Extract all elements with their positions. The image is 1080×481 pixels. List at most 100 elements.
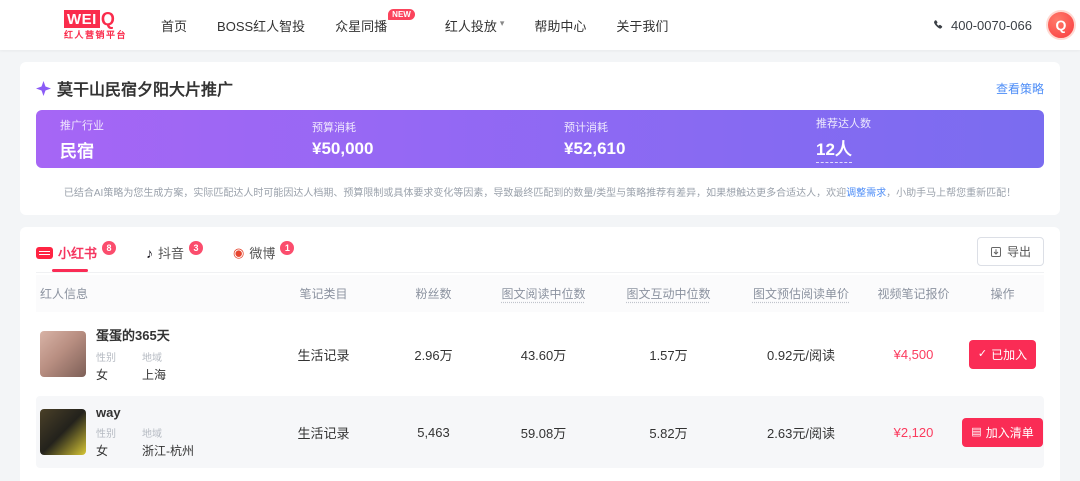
export-label: 导出 bbox=[1006, 245, 1031, 259]
new-badge: NEW bbox=[388, 8, 415, 20]
gender-value: 女 bbox=[96, 368, 109, 382]
note-category-cell: 生活记录 bbox=[297, 347, 350, 363]
influencer-name[interactable]: way bbox=[96, 405, 194, 420]
table-row: 摸鱼艺术家 性别 地域 影视综资讯 生活记录 7.63万 3.58万 2,884… bbox=[36, 474, 1044, 481]
export-button[interactable]: 导出 bbox=[976, 237, 1044, 266]
influencer-avatar[interactable] bbox=[40, 331, 86, 377]
table-row: 蛋蛋的365天 性别 女 地域 上海 生活记录 2.96万 43.60万 1.5… bbox=[36, 318, 1044, 390]
stat-value: 民宿 bbox=[60, 141, 94, 161]
platform-tab[interactable]: 小红书 8 bbox=[36, 237, 117, 272]
service-phone: 400-0070-066 bbox=[932, 18, 1032, 33]
column-header: 操作 bbox=[990, 287, 1015, 301]
nav-item-label: 首页 bbox=[161, 18, 188, 34]
platform-tabs: 小红书 8 抖音 3 微博 1 bbox=[36, 237, 295, 272]
stat-value: ¥52,610 bbox=[564, 139, 626, 158]
tab-label: 微博 bbox=[249, 246, 276, 261]
nav-item[interactable]: 关于我们 bbox=[616, 16, 668, 35]
nav-item-label: 关于我们 bbox=[616, 18, 669, 34]
joined-button[interactable]: ✓ 已加入 bbox=[968, 339, 1037, 369]
list-doc-icon: ▤ bbox=[971, 425, 982, 438]
ai-strategy-notice: 已结合AI策略为您生成方案，实际匹配达人时可能因达人档期、预算限制或具体要求变化… bbox=[36, 184, 1044, 199]
add-to-list-button[interactable]: ▤ 加入清单 bbox=[962, 417, 1043, 447]
platform-tab[interactable]: 抖音 3 bbox=[146, 237, 204, 272]
influencer-table-card: 小红书 8 抖音 3 微博 1 导出 红人信息 笔记类目 粉丝数 图文阅读中位数图文互… bbox=[20, 227, 1060, 481]
video-quote-cell: ¥2,120 bbox=[893, 424, 934, 440]
column-header: 笔记类目 bbox=[299, 287, 348, 301]
nav-item[interactable]: BOSS红人智投 bbox=[217, 16, 305, 35]
table-header: 红人信息 笔记类目 粉丝数 图文阅读中位数 图文互动中位数 图文预估阅读单价 视频笔记报价 操… bbox=[36, 275, 1044, 312]
sparkle-icon bbox=[36, 80, 51, 96]
column-header[interactable]: 图文互动中位数 bbox=[601, 285, 736, 302]
column-header: 视频笔记报价 bbox=[877, 287, 950, 301]
notice-text-after: ，小助手马上帮您重新匹配！ bbox=[886, 188, 1017, 199]
note-category-cell: 生活记录 bbox=[297, 425, 350, 441]
nav-item[interactable]: 帮助中心 bbox=[534, 16, 586, 35]
douyin-icon bbox=[146, 245, 153, 261]
view-strategy-link[interactable]: 查看策略 bbox=[996, 80, 1044, 97]
stat-label: 推广行业 bbox=[60, 119, 104, 132]
phone-number: 400-0070-066 bbox=[951, 17, 1032, 33]
campaign-card: 莫干山民宿夕阳大片推广 查看策略 推广行业 民宿 预算消耗 ¥50,000 预计… bbox=[20, 62, 1060, 215]
phone-icon bbox=[934, 19, 943, 29]
banner-stat: 推荐达人数 12人 bbox=[792, 115, 1044, 163]
stat-value: ¥50,000 bbox=[312, 139, 374, 158]
influencer-avatar[interactable] bbox=[40, 409, 86, 455]
stat-label: 预计消耗 bbox=[564, 122, 608, 134]
table-body: 蛋蛋的365天 性别 女 地域 上海 生活记录 2.96万 43.60万 1.5… bbox=[36, 318, 1044, 481]
read-unit-price-cell: 2.63元/阅读 bbox=[767, 425, 835, 441]
tab-count-badge: 3 bbox=[189, 240, 204, 255]
nav-item-label: 红人投放 bbox=[444, 18, 497, 34]
weiq-logo[interactable]: WEI Q 红人营销平台 bbox=[64, 10, 127, 40]
platform-tab[interactable]: 微博 1 bbox=[233, 237, 295, 272]
table-row: way 性别 女 地域 浙江-杭州 生活记录 5,463 59.08万 5.82… bbox=[36, 396, 1044, 468]
export-icon bbox=[990, 246, 1001, 257]
video-quote-cell: ¥4,500 bbox=[893, 346, 934, 362]
weibo-icon bbox=[233, 245, 244, 261]
stat-value[interactable]: 12人 bbox=[816, 135, 852, 163]
gender-value: 女 bbox=[96, 444, 109, 458]
column-header: 红人信息 bbox=[40, 287, 89, 301]
region-label: 地域 bbox=[142, 353, 162, 364]
button-label: 加入清单 bbox=[985, 425, 1034, 440]
read-unit-price-cell: 0.92元/阅读 bbox=[767, 347, 835, 363]
campaign-banner: 推广行业 民宿 预算消耗 ¥50,000 预计消耗 ¥52,610 推荐达人数 … bbox=[36, 110, 1044, 168]
top-bar: WEI Q 红人营销平台 首页 BOSS红人智投 众星同播 NEW 红人投放 ▾… bbox=[0, 0, 1080, 50]
chevron-down-icon: ▾ bbox=[499, 17, 505, 28]
banner-stat: 推广行业 民宿 bbox=[36, 117, 288, 162]
fans-count-cell: 5,463 bbox=[417, 424, 450, 440]
region-value: 浙江-杭州 bbox=[142, 444, 194, 458]
button-label: 已加入 bbox=[991, 347, 1028, 362]
stat-label: 预算消耗 bbox=[312, 122, 356, 134]
column-header: 粉丝数 bbox=[415, 287, 452, 301]
column-header[interactable]: 图文阅读中位数 bbox=[486, 285, 601, 302]
nav-item[interactable]: 众星同播 NEW bbox=[335, 8, 415, 35]
user-avatar[interactable]: Q bbox=[1046, 10, 1076, 40]
nav-item-label: BOSS红人智投 bbox=[217, 18, 306, 34]
tab-count-badge: 8 bbox=[102, 240, 117, 255]
fans-count-cell: 2.96万 bbox=[414, 347, 453, 363]
nav-item[interactable]: 红人投放 ▾ bbox=[445, 16, 505, 35]
nav-item[interactable]: 首页 bbox=[161, 16, 187, 35]
gender-label: 性别 bbox=[96, 429, 116, 440]
tab-count-badge: 1 bbox=[280, 240, 295, 255]
nav-item-label: 帮助中心 bbox=[534, 18, 587, 34]
region-label: 地域 bbox=[142, 429, 162, 440]
read-median-cell: 59.08万 bbox=[520, 425, 567, 441]
logo-text-tail: Q bbox=[100, 9, 115, 29]
main-nav: 首页 BOSS红人智投 众星同播 NEW 红人投放 ▾ 帮助中心 关于我们 bbox=[161, 8, 668, 35]
logo-text-box: WEI bbox=[64, 10, 100, 28]
nav-item-label: 众星同播 bbox=[335, 18, 388, 34]
check-icon: ✓ bbox=[977, 347, 988, 360]
interact-median-cell: 5.82万 bbox=[649, 425, 688, 441]
stat-label: 推荐达人数 bbox=[816, 118, 871, 130]
banner-stat: 预计消耗 ¥52,610 bbox=[540, 119, 792, 159]
adjust-requirements-link[interactable]: 调整需求 bbox=[846, 188, 886, 199]
logo-subtitle: 红人营销平台 bbox=[64, 30, 128, 40]
column-header[interactable]: 图文预估阅读单价 bbox=[736, 285, 866, 302]
xiaohongshu-icon bbox=[36, 246, 53, 259]
read-median-cell: 43.60万 bbox=[520, 347, 567, 363]
tab-label: 抖音 bbox=[158, 246, 185, 261]
influencer-name[interactable]: 蛋蛋的365天 bbox=[96, 325, 170, 344]
gender-label: 性别 bbox=[96, 353, 116, 364]
tab-label: 小红书 bbox=[58, 246, 98, 261]
